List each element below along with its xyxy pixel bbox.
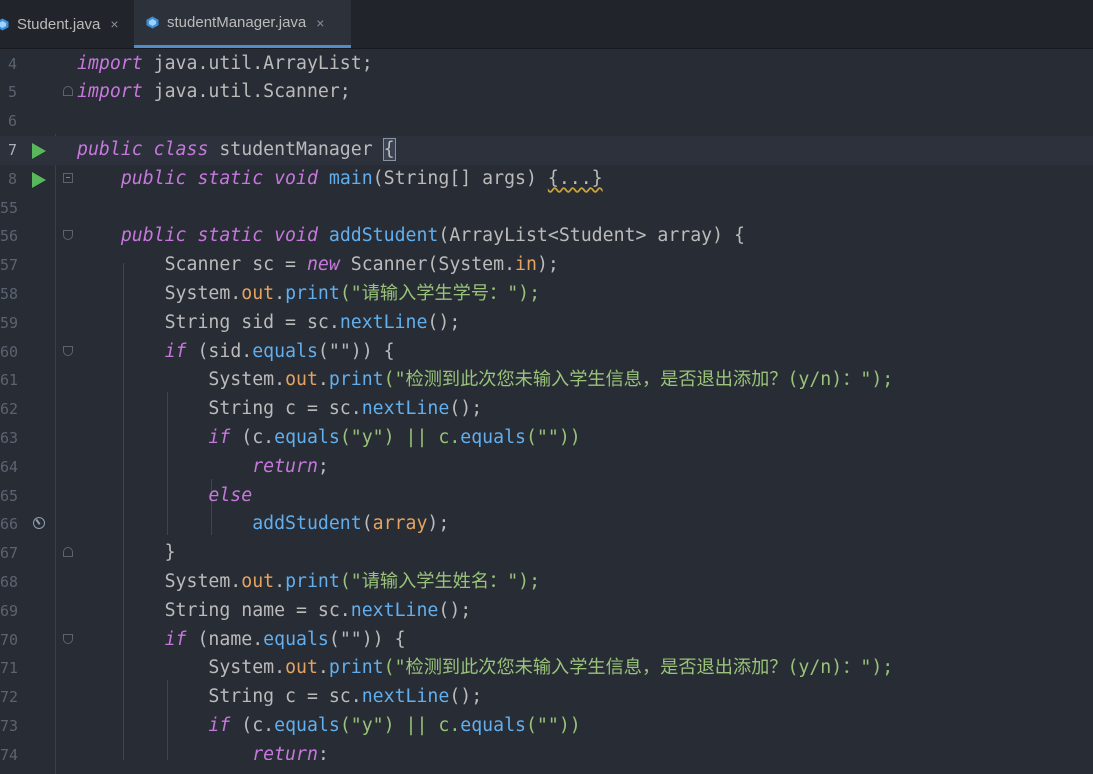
run-icon[interactable] [32, 142, 46, 159]
code-text: String c = sc.nextLine(); [208, 398, 483, 420]
code-text: String sid = sc.nextLine(); [164, 311, 461, 333]
code-line: 56 public static void addStudent(ArrayLi… [0, 222, 1093, 251]
code-line: 55 [0, 194, 1093, 223]
line-number: 61 [0, 371, 19, 390]
line-number: 72 [0, 688, 19, 707]
run-icon[interactable] [32, 171, 46, 188]
code-line: 72 String c = sc.nextLine(); [0, 683, 1093, 712]
code-line: 68 System.out.print("请输入学生姓名："); [0, 568, 1093, 597]
line-number: 57 [0, 256, 19, 275]
line-number: 58 [0, 284, 19, 303]
code-text: String name = sc.nextLine(); [164, 599, 472, 621]
tab-label: studentManager.java [167, 14, 307, 31]
java-class-icon [146, 16, 159, 29]
fold-marker-icon[interactable] [63, 345, 73, 356]
code-text: public static void main(String[] args) {… [120, 167, 603, 189]
line-number: 74 [0, 745, 19, 760]
line-number: 55 [0, 198, 19, 217]
line-number: 8 [7, 169, 17, 188]
code-text: } [164, 542, 176, 564]
code-editor[interactable]: 4 import java.util.ArrayList; 5 import j… [0, 49, 1093, 774]
code-text: System.out.print("检测到此次您未输入学生信息，是否退出添加？(… [208, 369, 894, 391]
code-line-current: 7 public class studentManager { [0, 135, 1093, 165]
code-line: 61 System.out.print("检测到此次您未输入学生信息，是否退出添… [0, 366, 1093, 395]
code-line: 71 System.out.print("检测到此次您未输入学生信息，是否退出添… [0, 654, 1093, 683]
line-number: 60 [0, 342, 19, 361]
code-line: 67 } [0, 539, 1093, 568]
code-line: 74 return; [0, 741, 1093, 760]
code-text: String c = sc.nextLine(); [208, 686, 483, 708]
code-text: System.out.print("请输入学生姓名："); [164, 570, 541, 592]
code-text: public static void addStudent(ArrayList<… [120, 225, 745, 247]
code-line: 63 if (c.equals("y") || c.equals("")) [0, 424, 1093, 453]
code-text: if (sid.equals("")) { [164, 340, 395, 362]
line-number: 71 [0, 659, 19, 678]
code-line: 69 String name = sc.nextLine(); [0, 597, 1093, 626]
code-text: addStudent(array); [252, 513, 450, 535]
fold-marker-icon[interactable] [63, 230, 73, 241]
line-number: 67 [0, 544, 19, 563]
editor-tab-bar: Student.java × studentManager.java × [0, 0, 1093, 49]
folded-region: {...} [547, 167, 603, 189]
tab-label: Student.java [17, 15, 101, 33]
code-line: 58 System.out.print("请输入学生学号："); [0, 280, 1093, 309]
code-text: System.out.print("请输入学生学号："); [164, 282, 541, 304]
close-icon[interactable]: × [110, 16, 118, 32]
code-text: import java.util.Scanner; [77, 81, 351, 103]
close-icon[interactable]: × [316, 15, 324, 31]
line-number: 5 [7, 83, 17, 102]
code-line: 4 import java.util.ArrayList; [0, 50, 1093, 79]
code-text: System.out.print("检测到此次您未输入学生信息，是否退出添加？(… [208, 657, 894, 679]
line-number: 70 [0, 630, 19, 649]
tab-studentmanager-java[interactable]: studentManager.java × [134, 0, 351, 48]
line-number: 73 [0, 716, 19, 735]
tab-student-java[interactable]: Student.java × [0, 0, 133, 48]
line-number: 68 [0, 572, 19, 591]
code-text: if (c.equals("y") || c.equals("")) [208, 714, 581, 736]
line-number: 65 [0, 486, 19, 505]
code-line: 6 [0, 107, 1093, 136]
code-text: else [208, 484, 253, 506]
line-number: 4 [7, 54, 17, 73]
code-text: return; [252, 743, 329, 760]
line-number: 69 [0, 601, 19, 620]
fold-marker-icon[interactable] [63, 86, 73, 97]
code-line: 73 if (c.equals("y") || c.equals("")) [0, 712, 1093, 741]
code-line: 62 String c = sc.nextLine(); [0, 395, 1093, 424]
code-text: if (name.equals("")) { [164, 628, 406, 650]
code-line: 60 if (sid.equals("")) { [0, 338, 1093, 367]
fold-marker-icon[interactable] [63, 547, 73, 558]
recursive-call-icon[interactable] [33, 517, 45, 530]
code-text: import java.util.ArrayList; [77, 52, 373, 74]
line-number: 63 [0, 428, 19, 447]
code-line: 66 addStudent(array); [0, 510, 1093, 539]
fold-marker-icon[interactable] [63, 633, 73, 644]
line-number: 56 [0, 227, 19, 246]
line-number: 7 [7, 140, 17, 159]
code-text: public class studentManager { [77, 137, 396, 161]
line-number: 66 [0, 515, 19, 534]
code-line: 65 else [0, 482, 1093, 511]
code-line: 64 return; [0, 453, 1093, 482]
code-text: return; [252, 455, 329, 477]
line-number: 59 [0, 313, 19, 332]
java-class-icon [0, 18, 9, 31]
line-number: 62 [0, 400, 19, 419]
code-text: Scanner sc = new Scanner(System.in); [164, 254, 559, 276]
code-line: 57 Scanner sc = new Scanner(System.in); [0, 251, 1093, 280]
code-line: 59 String sid = sc.nextLine(); [0, 309, 1093, 338]
line-number: 6 [7, 112, 17, 131]
expand-fold-icon[interactable] [63, 172, 73, 183]
code-line: 5 import java.util.Scanner; [0, 78, 1093, 107]
code-text: if (c.equals("y") || c.equals("")) [208, 426, 581, 448]
code-line: 8 public static void main(String[] args)… [0, 165, 1093, 194]
line-number: 64 [0, 457, 19, 476]
code-line: 70 if (name.equals("")) { [0, 626, 1093, 655]
